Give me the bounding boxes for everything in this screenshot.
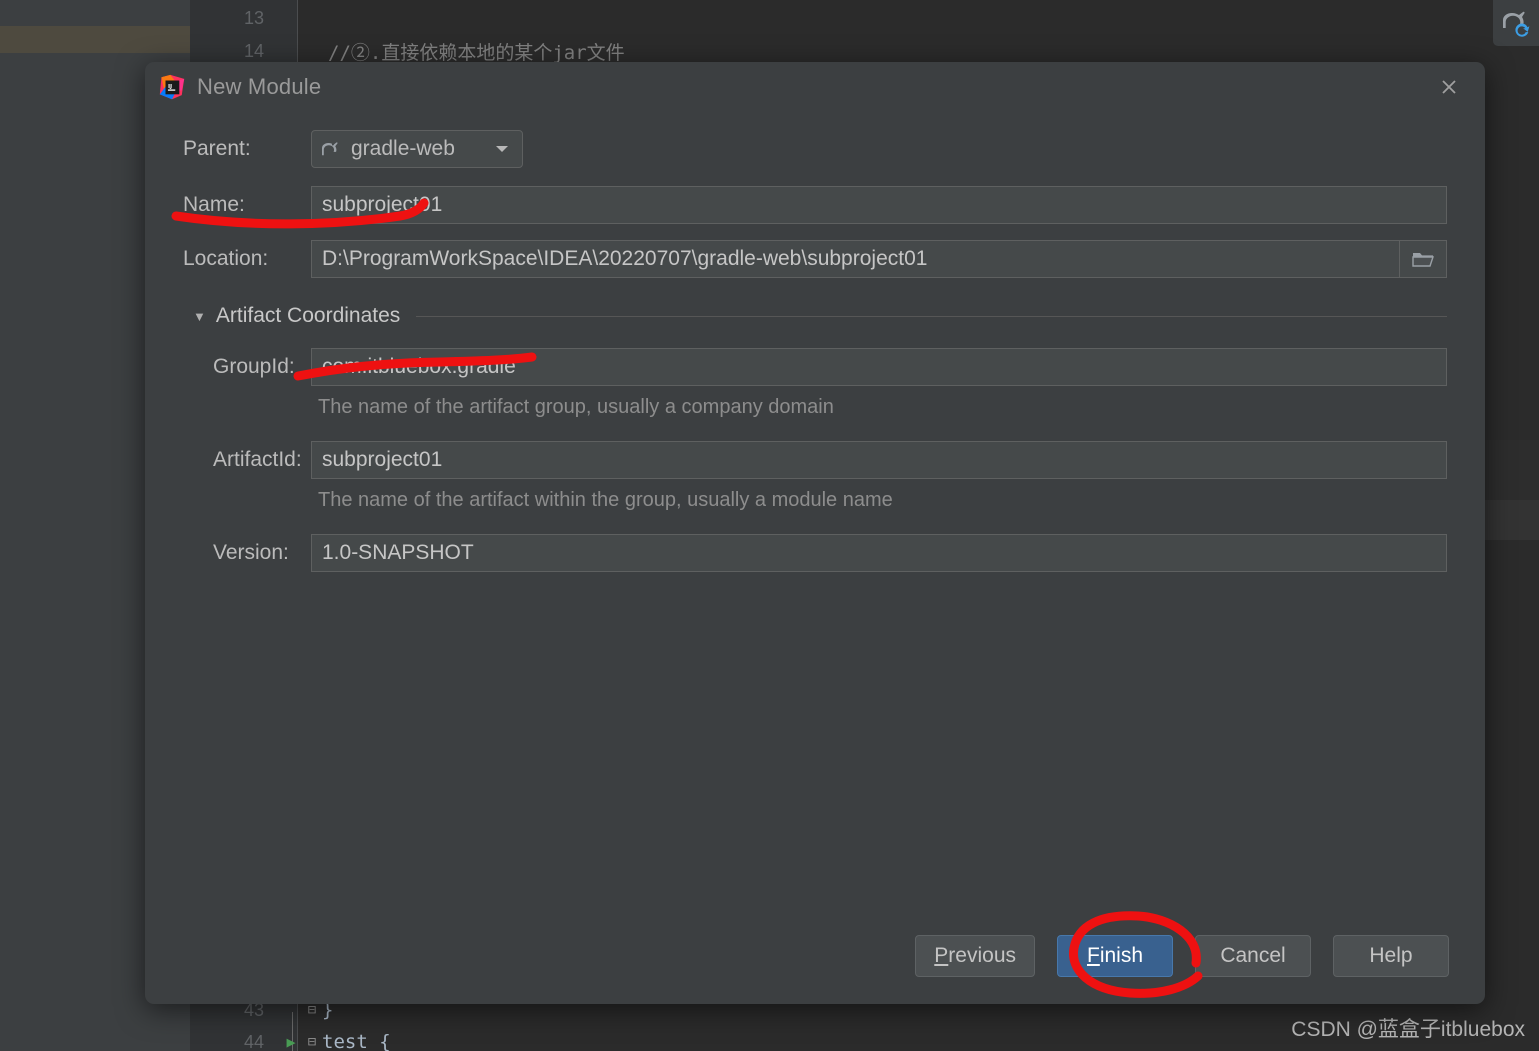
fold-minus-icon[interactable]: ⊟ — [302, 1034, 322, 1050]
code-line-13[interactable]: 13 — [190, 1, 328, 35]
finish-mnemonic: F — [1086, 944, 1100, 967]
groupid-hint: The name of the artifact group, usually … — [318, 396, 834, 418]
left-panel-selected-row[interactable] — [0, 26, 202, 53]
line-content: //②.直接依赖本地的某个jar文件 — [328, 41, 625, 64]
finish-label-rest: inish — [1099, 944, 1144, 967]
previous-mnemonic: P — [934, 944, 949, 967]
line-number: 44 — [243, 1031, 264, 1051]
line-number: 14 — [243, 40, 264, 61]
section-divider — [416, 315, 1447, 317]
previous-label-rest: revious — [948, 944, 1016, 967]
groupid-label: GroupId: — [213, 355, 295, 378]
location-row: Location: D:\ProgramWorkSpace\IDEA\20220… — [183, 240, 1447, 278]
code-line-44[interactable]: 44 ▶ ⊟ test { — [190, 1025, 391, 1051]
right-panel-shade-upper — [1480, 440, 1539, 500]
previous-button[interactable]: Previous — [915, 935, 1035, 977]
parent-row: Parent: gradle-web — [183, 130, 1447, 168]
help-button[interactable]: Help — [1333, 935, 1449, 977]
version-row: Version: 1.0-SNAPSHOT — [183, 534, 1447, 572]
close-x-glyph — [1442, 80, 1456, 94]
location-input[interactable]: D:\ProgramWorkSpace\IDEA\20220707\gradle… — [311, 240, 1399, 278]
parent-combobox[interactable]: gradle-web — [311, 130, 523, 168]
groupid-row: GroupId: com.itbluebox.gradle — [183, 348, 1447, 386]
cancel-button[interactable]: Cancel — [1195, 935, 1311, 977]
line-content: test { — [322, 1031, 391, 1051]
parent-value: gradle-web — [351, 137, 455, 160]
triangle-down-icon: ▼ — [193, 308, 206, 324]
dialog-title: New Module — [197, 74, 322, 99]
version-input[interactable]: 1.0-SNAPSHOT — [311, 534, 1447, 572]
dialog-title-bar[interactable]: IJ New Module — [145, 62, 1485, 112]
name-label: Name: — [183, 193, 245, 216]
close-icon[interactable] — [1435, 73, 1463, 101]
folder-icon — [1412, 253, 1434, 267]
location-label: Location: — [183, 247, 269, 270]
csdn-watermark: CSDN @蓝盒子itbluebox — [1291, 1018, 1525, 1041]
dialog-body: Parent: gradle-web Name: subproject01 Lo… — [145, 112, 1485, 572]
gradle-sync-notification[interactable] — [1493, 0, 1539, 46]
artifact-coordinates-title: Artifact Coordinates — [215, 304, 401, 327]
artifact-coordinates-section-header[interactable]: ▼ Artifact Coordinates — [193, 304, 1447, 328]
version-label: Version: — [213, 541, 289, 564]
name-input[interactable]: subproject01 — [311, 186, 1447, 224]
artifactid-label: ArtifactId: — [213, 448, 302, 471]
fold-minus-icon[interactable]: ⊟ — [302, 1002, 322, 1018]
new-module-dialog: IJ New Module Parent: gradle-web Name: s… — [145, 62, 1485, 1004]
svg-text:IJ: IJ — [168, 84, 172, 90]
location-browse-button[interactable] — [1399, 240, 1447, 278]
groupid-input[interactable]: com.itbluebox.gradle — [311, 348, 1447, 386]
gradle-refresh-icon — [1503, 11, 1530, 37]
right-panel-shade-lower — [1480, 500, 1539, 540]
name-row: Name: subproject01 — [183, 186, 1447, 224]
artifactid-input[interactable]: subproject01 — [311, 441, 1447, 479]
intellij-idea-icon: IJ — [159, 74, 185, 100]
finish-button[interactable]: Finish — [1057, 935, 1173, 977]
gradle-elephant-icon — [322, 142, 338, 156]
chevron-down-icon — [496, 146, 508, 152]
parent-label: Parent: — [183, 137, 251, 160]
line-number: 13 — [243, 7, 264, 28]
artifactid-row: ArtifactId: subproject01 — [183, 441, 1447, 479]
run-test-icon[interactable]: ▶ — [280, 1033, 302, 1051]
artifactid-hint: The name of the artifact within the grou… — [318, 489, 893, 511]
dialog-footer: Previous Finish Cancel Help — [145, 908, 1485, 1004]
